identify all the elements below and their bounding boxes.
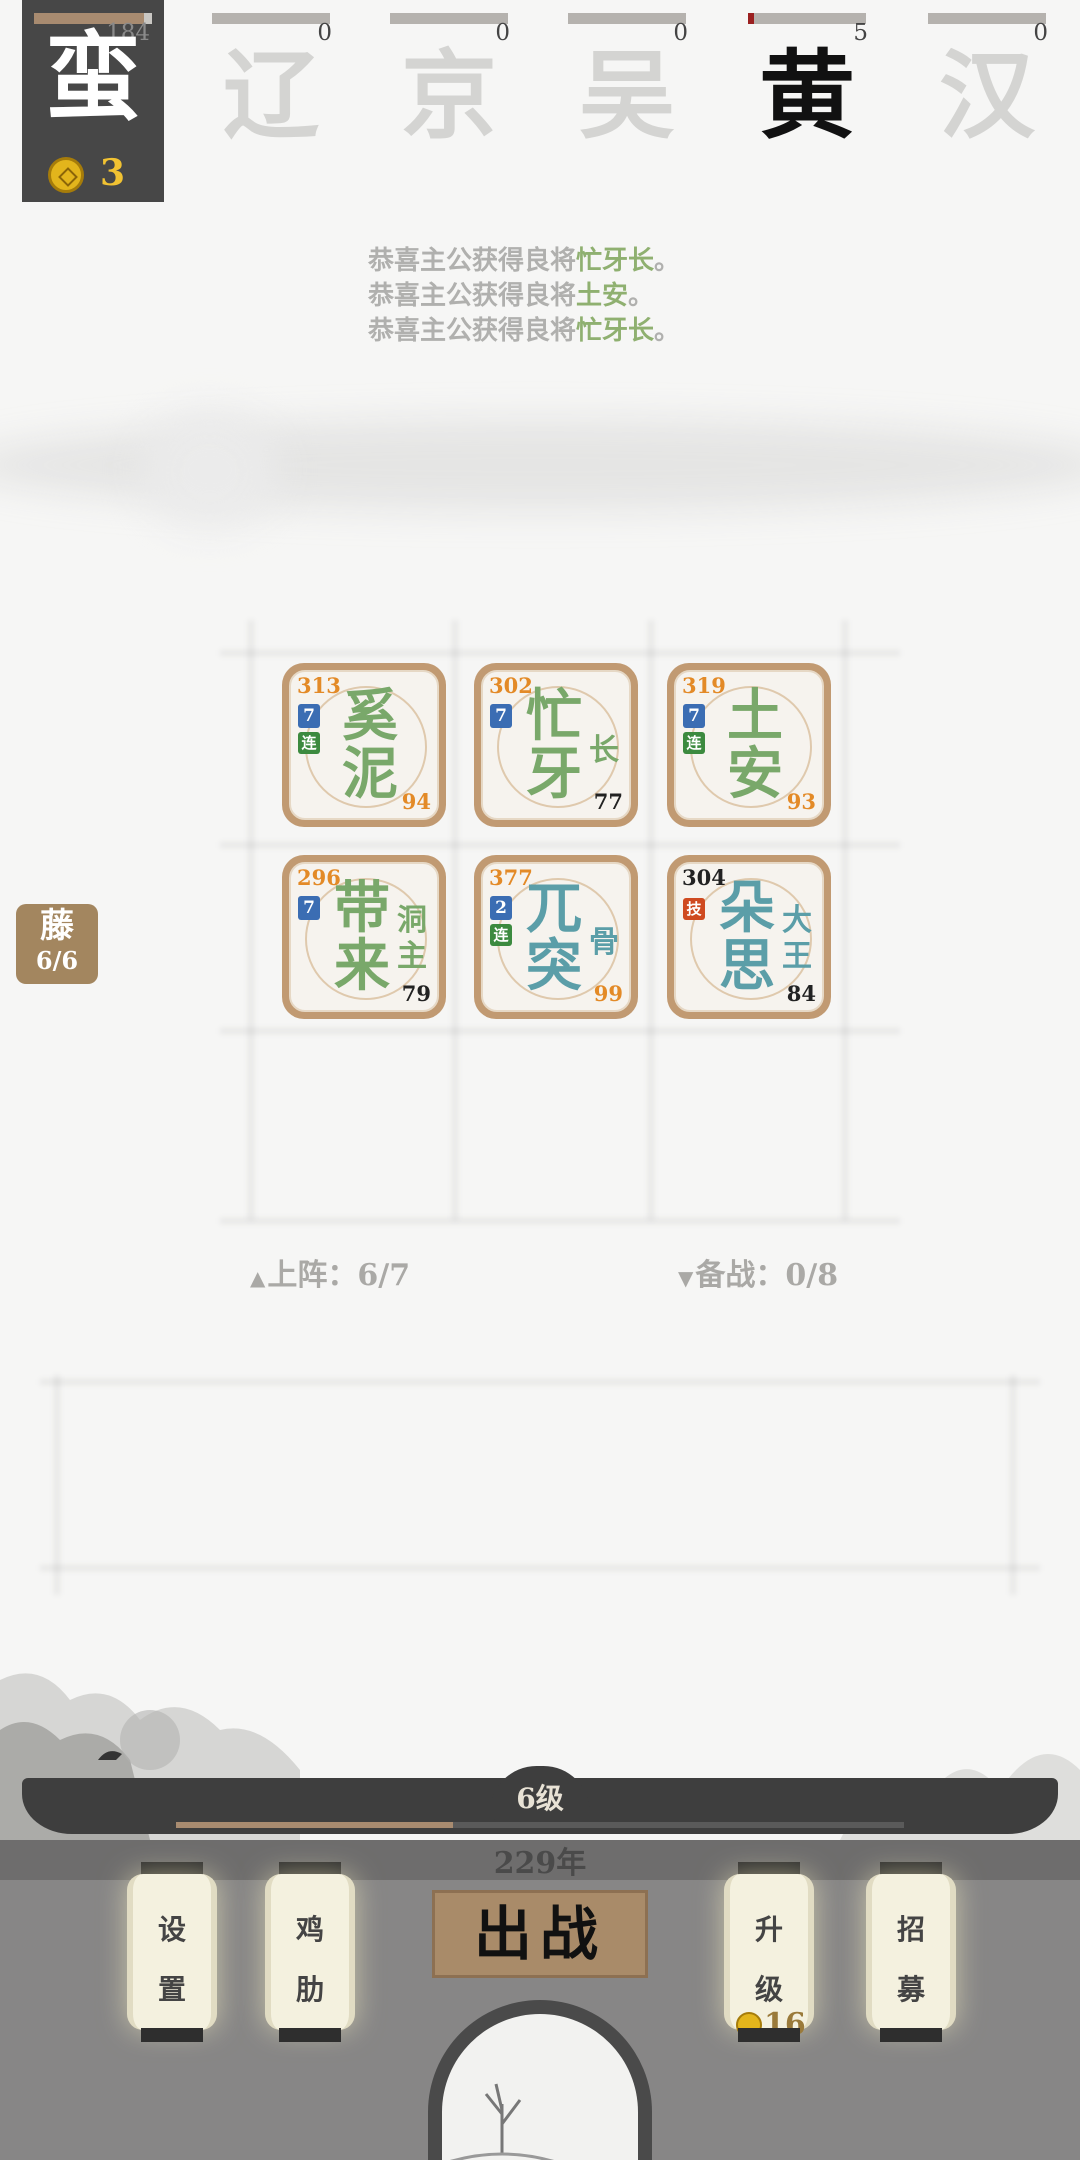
unit-subtitle: 骨 [589,925,619,960]
unit-name: 突 [526,933,582,999]
unit-name: 来 [334,933,390,999]
faction-name: 京 [401,39,497,152]
faction-bar: 184 蛮 3 0 辽 0 京 0 吴 5 黄 0 汉 [0,0,1080,205]
unit-name: 朵 [719,875,775,941]
faction-progress [212,13,330,24]
assist-button[interactable]: 鸡 肋 [265,1862,355,2042]
triangle-up-icon: ▲ [250,1266,266,1290]
unit-name: 土 [727,683,783,749]
unit-card[interactable]: 319 7 连 土 安 93 [667,663,831,827]
faction-tab-jing[interactable]: 0 京 [374,0,524,205]
faction-name: 黄 [759,39,855,152]
battle-button[interactable]: 出战 [432,1890,648,1978]
unit-card[interactable]: 296 7 带 来 洞 主 79 [282,855,446,1019]
coin-icon [48,157,84,193]
unit-trait-badge: 连 [683,732,705,754]
faction-progress [748,13,866,24]
moon-decoration [140,410,280,530]
gold-amount: 3 [100,152,126,194]
unit-attack: 94 [401,789,431,814]
unit-attack: 77 [593,789,623,814]
unit-attack: 79 [401,981,431,1006]
faction-progress [928,13,1046,24]
reserve-count: 6/6 [35,946,79,975]
log-line: 恭喜主公获得良将土安。 [368,281,655,311]
unit-name: 牙 [526,741,582,807]
unit-subtitle: 大 [782,903,812,938]
unit-name: 思 [719,933,775,999]
unit-name: 兀 [526,875,582,941]
unit-card[interactable]: 313 7 连 奚 泥 94 [282,663,446,827]
upgrade-button[interactable]: 升 级 16 [724,1862,814,2042]
standby-label: ▼备战：0/8 [678,1258,839,1293]
faction-name: 吴 [579,39,675,152]
faction-progress [568,13,686,24]
settings-button[interactable]: 设 置 [127,1862,217,2042]
log-line: 恭喜主公获得良将忙牙长。 [368,246,681,276]
unit-name: 奚 [342,683,398,749]
unit-subtitle: 长 [589,733,619,768]
unit-trait-badge: 连 [298,732,320,754]
unit-attack: 84 [786,981,816,1006]
unit-level-badge: 7 [298,704,320,728]
unit-level-badge: 7 [298,896,320,920]
unit-subtitle: 洞 [397,903,427,938]
unit-name: 忙 [526,683,582,749]
unit-name: 安 [727,741,783,807]
unit-level-badge: 7 [683,704,705,728]
faction-tab-man[interactable]: 184 蛮 3 [22,0,164,202]
unit-card[interactable]: 304 技 朵 思 大 王 84 [667,855,831,1019]
faction-tab-liao[interactable]: 0 辽 [196,0,346,205]
xp-bar [176,1822,904,1828]
unit-trait-badge: 技 [683,898,705,920]
log-line: 恭喜主公获得良将忙牙长。 [368,316,681,346]
unit-card[interactable]: 377 2 连 兀 突 骨 99 [474,855,638,1019]
unit-attack: 99 [593,981,623,1006]
unit-trait-badge: 连 [490,924,512,946]
unit-name: 泥 [342,741,398,807]
unit-level-badge: 7 [490,704,512,728]
triangle-down-icon: ▼ [678,1266,694,1290]
faction-tab-wu[interactable]: 0 吴 [552,0,702,205]
faction-tab-huang[interactable]: 5 黄 [732,0,882,205]
unit-subtitle: 主 [397,939,427,974]
faction-name: 蛮 [45,21,141,134]
message-log: 恭喜主公获得良将忙牙长。 恭喜主公获得良将土安。 恭喜主公获得良将忙牙长。 [368,244,788,349]
faction-name: 汉 [939,39,1035,152]
faction-tab-han[interactable]: 0 汉 [912,0,1062,205]
game-year: 229年 [493,1846,587,1881]
reserve-unit-tag[interactable]: 藤 6/6 [16,904,98,984]
reserve-name: 藤 [40,906,74,946]
recruit-button[interactable]: 招 募 [866,1862,956,2042]
faction-name: 辽 [223,39,319,152]
unit-name: 带 [334,875,390,941]
unit-attack: 93 [786,789,816,814]
unit-level-badge: 2 [490,896,512,920]
faction-progress [390,13,508,24]
unit-subtitle: 王 [782,939,812,974]
unit-card[interactable]: 302 7 忙 牙 长 77 [474,663,638,827]
deployed-label: ▲上阵：6/7 [250,1258,411,1293]
standby-bench[interactable] [40,1355,1040,1615]
